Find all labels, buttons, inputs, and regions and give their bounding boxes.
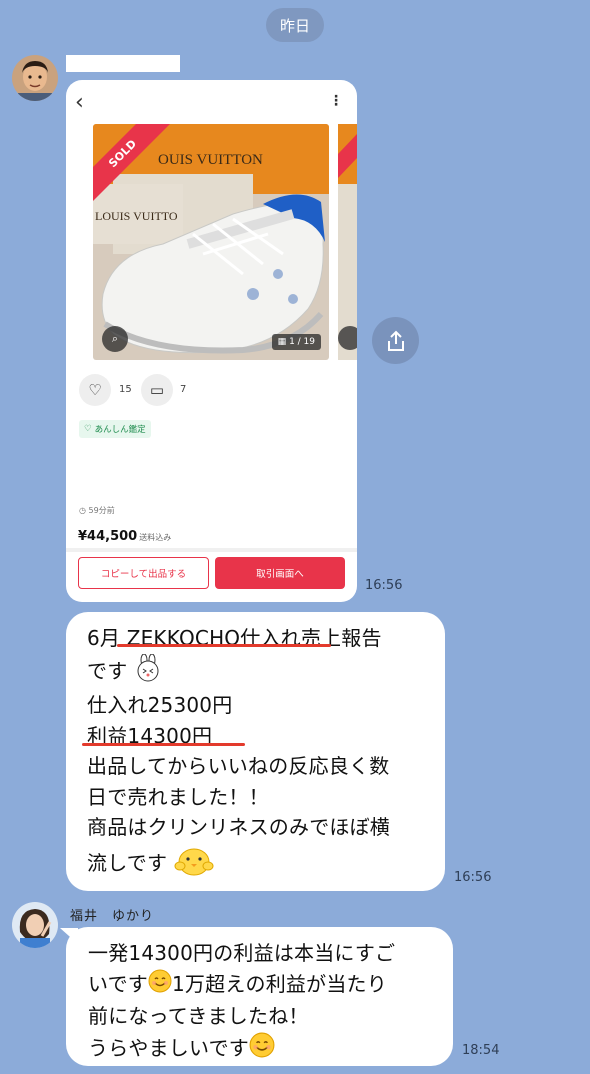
text-message[interactable]: 6月 ZEKKOCHO仕入れ売上報告 です 仕入れ25300円 利益14300円… — [66, 612, 445, 891]
avatar[interactable] — [12, 902, 58, 948]
next-photo-peek[interactable] — [338, 124, 357, 360]
message-text: いです — [88, 971, 148, 996]
elapsed-label: 59分前 — [88, 506, 115, 515]
message-line: うらやましいです — [88, 1032, 441, 1067]
price-value: ¥44,500 — [78, 529, 138, 544]
avatar-image — [12, 902, 58, 948]
message-line: 前になってきましたね！ — [88, 1004, 309, 1029]
sender-name-redacted — [66, 55, 180, 72]
authentication-badge: ♡ あんしん鑑定 — [79, 420, 151, 438]
avatar-image — [12, 55, 58, 101]
chick-emoji-icon — [174, 843, 214, 886]
svg-text:LOUIS VUITTO: LOUIS VUITTO — [95, 209, 178, 223]
rabbit-emoji-icon — [134, 653, 162, 691]
message-time: 16:56 — [365, 578, 403, 593]
comment-icon[interactable]: ▭ — [141, 374, 173, 406]
date-separator: 昨日 — [266, 8, 324, 42]
app-topbar: ‹ ⋮ — [66, 80, 357, 124]
like-heart-icon[interactable]: ♡ — [79, 374, 111, 406]
text-message[interactable]: 一発14300円の利益は本当にすご いです 1万超えの利益が当たり 前になってきま… — [66, 927, 453, 1066]
message-line: 仕入れ25300円 — [87, 693, 233, 717]
like-count: 15 — [119, 384, 132, 395]
divider — [66, 548, 357, 552]
share-icon — [387, 330, 404, 351]
image-counter: ▦ 1 / 19 — [271, 334, 321, 350]
copy-listing-button[interactable]: コピーして出品する — [78, 557, 209, 589]
grid-icon: ▦ — [277, 337, 287, 347]
image-message[interactable]: ‹ ⋮ OUIS VUITTON LOUIS VUITTO SOLD ⌕ ▦ 1… — [66, 80, 357, 602]
avatar[interactable] — [12, 55, 58, 101]
message-text: うらやましいです — [88, 1035, 249, 1060]
message-line: いです 1万超えの利益が当たり — [88, 969, 441, 1002]
comment-count: 7 — [180, 384, 187, 395]
image-counter-text: 1 / 19 — [289, 337, 315, 347]
badge-label: あんしん鑑定 — [94, 425, 146, 435]
message-time: 16:56 — [454, 870, 492, 885]
message-line: 商品はクリンリネスのみでほぼ横 — [87, 815, 390, 839]
sender-name: 福井 ゆかり — [70, 909, 155, 924]
red-underline — [117, 644, 331, 647]
elapsed-time: ◷ 59分前 — [79, 505, 115, 516]
price: ¥44,500 送料込み — [78, 529, 171, 544]
back-arrow-icon[interactable]: ‹ — [75, 90, 84, 115]
clock-icon: ◷ — [79, 506, 86, 515]
next-photo-image — [338, 124, 357, 360]
message-time: 18:54 — [462, 1043, 500, 1058]
shipping-note: 送料込み — [139, 533, 172, 542]
smile-emoji-icon — [148, 969, 172, 1002]
more-vertical-icon[interactable]: ⋮ — [329, 93, 343, 109]
trade-screen-button[interactable]: 取引画面へ — [215, 557, 345, 589]
message-line: です — [87, 653, 429, 691]
message-line: 6月 ZEKKOCHO仕入れ売上報告 — [87, 623, 429, 654]
red-underline — [82, 743, 245, 746]
message-text: 1万超えの利益が当たり — [172, 971, 387, 996]
message-line: 利益14300円 — [87, 723, 213, 748]
smile-emoji-icon — [249, 1032, 275, 1067]
message-line: 日で売れました！！ — [87, 784, 269, 809]
message-line: 流しです — [87, 843, 429, 886]
shield-heart-icon: ♡ — [84, 424, 92, 434]
message-text: です — [87, 658, 128, 683]
product-photo[interactable]: OUIS VUITTON LOUIS VUITTO SOLD ⌕ ▦ 1 / 1… — [93, 124, 329, 360]
message-line: 出品してからいいねの反応良く数 — [87, 754, 390, 778]
image-search-icon[interactable]: ⌕ — [102, 326, 128, 352]
message-line: 一発14300円の利益は本当にすご — [88, 941, 396, 965]
share-button[interactable] — [372, 317, 419, 364]
message-text: 流しです — [87, 850, 168, 875]
brand-box-text: OUIS VUITTON — [158, 152, 263, 168]
